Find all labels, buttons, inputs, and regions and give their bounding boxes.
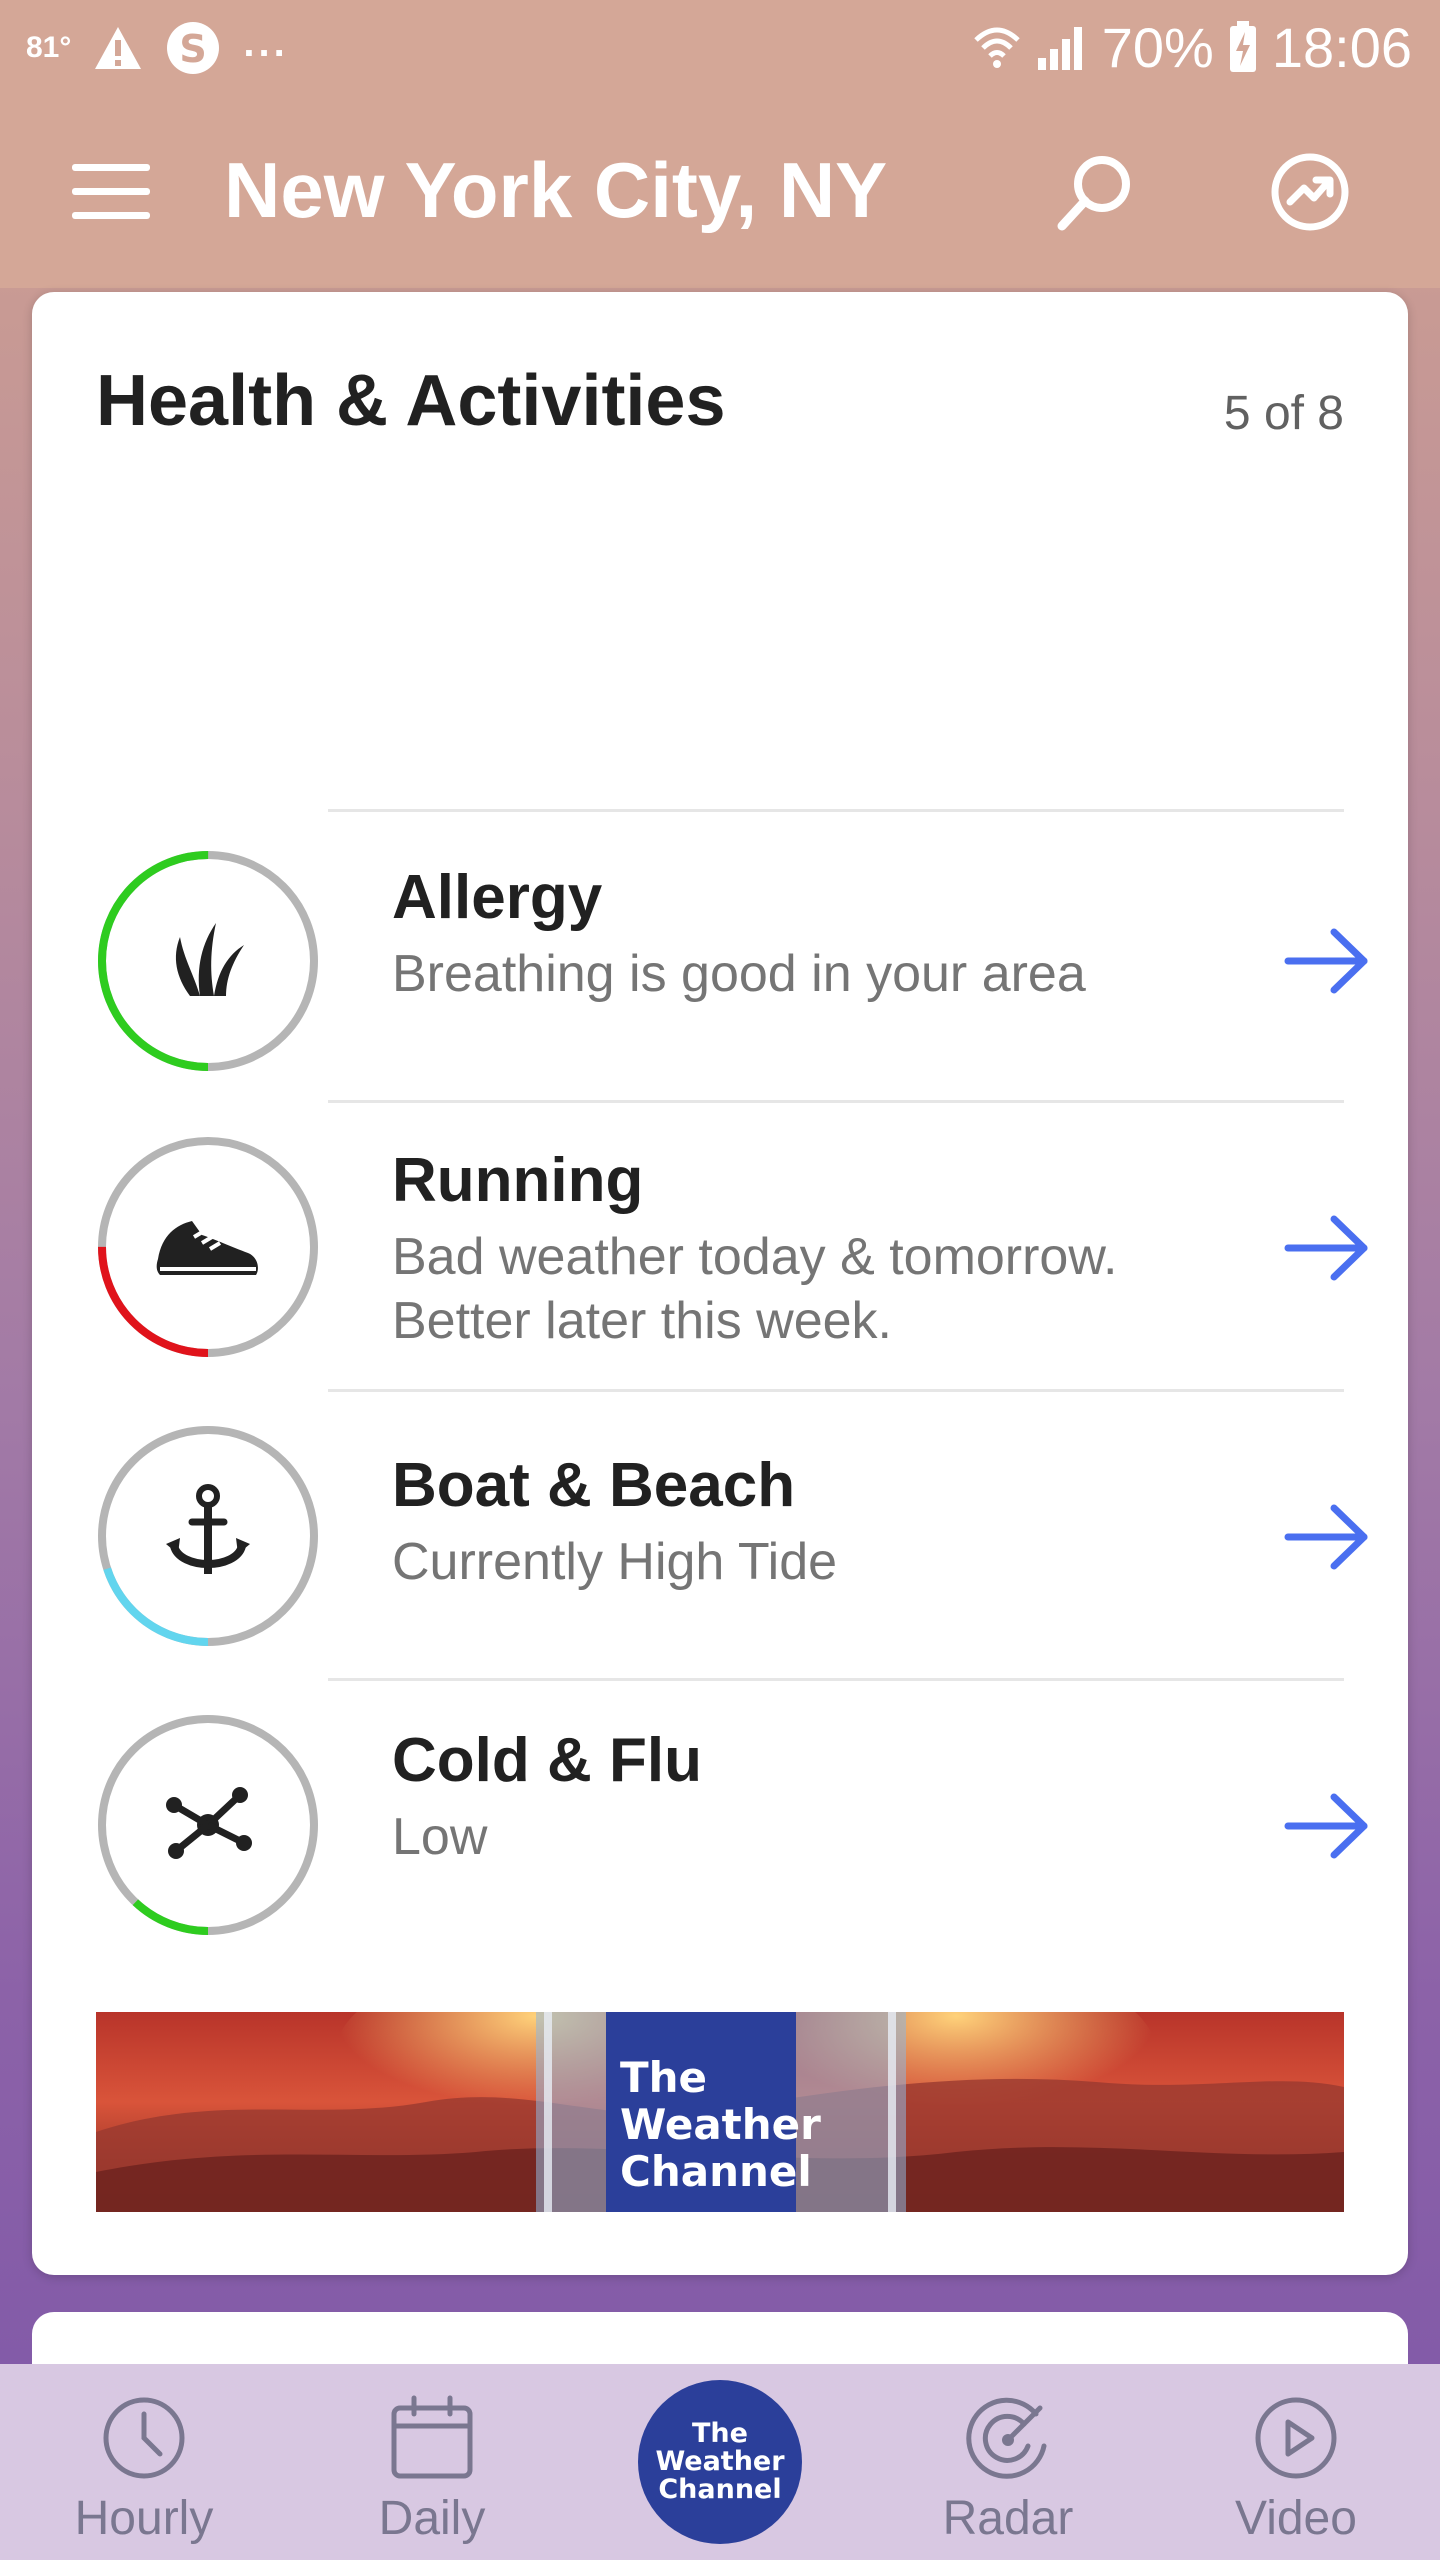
boat-beach-level-ring (96, 1424, 320, 1648)
grass-icon (175, 923, 244, 996)
banner-logo-line: Channel (620, 2147, 812, 2196)
cold-flu-title: Cold & Flu (392, 1726, 702, 1795)
nav-video[interactable]: Video (1152, 2364, 1440, 2560)
menu-icon[interactable] (72, 164, 150, 220)
status-left: 81° S ... (26, 18, 289, 78)
nav-center-logo-line: Weather (655, 2446, 785, 2477)
status-bar: 81° S ... 70% 18:06 (0, 0, 1440, 96)
trending-share-icon[interactable] (1268, 150, 1352, 234)
running-shoe-icon (156, 1221, 258, 1275)
search-icon[interactable] (1052, 150, 1136, 234)
card-title: Health & Activities (96, 361, 726, 441)
running-description: Bad weather today & tomorrow. Better lat… (392, 1228, 1118, 1350)
arrow-right-icon[interactable] (1284, 926, 1370, 996)
activity-row-cold-flu[interactable]: Cold & Flu Low (32, 1681, 1408, 1969)
card-page-count: 5 of 8 (1223, 387, 1344, 440)
weather-channel-logo: The Weather Channel (606, 2012, 821, 2212)
radar-icon (966, 2397, 1047, 2479)
nav-video-label: Video (1235, 2492, 1357, 2545)
row-divider (328, 809, 1344, 812)
calendar-icon (391, 2395, 473, 2479)
status-right: 70% 18:06 (972, 14, 1412, 80)
cold-flu-level-ring (96, 1713, 320, 1937)
health-activities-card: Health & Activities 5 of 8 Allergy Breat… (32, 292, 1408, 2275)
activity-row-allergy[interactable]: Allergy Breathing is good in your area (32, 814, 1408, 1102)
nav-home-weather-channel-button[interactable]: The Weather Channel (638, 2380, 802, 2544)
clock-icon (103, 2397, 185, 2479)
arrow-right-icon[interactable] (1284, 1791, 1370, 1861)
arrow-right-icon[interactable] (1284, 1502, 1370, 1572)
banner-logo-line: The (620, 2053, 708, 2102)
banner-logo-line: Weather (620, 2100, 821, 2149)
skype-icon: S (167, 22, 220, 74)
wifi-icon (974, 27, 1020, 68)
nav-daily-label: Daily (378, 2492, 486, 2545)
nav-daily[interactable]: Daily (288, 2364, 576, 2560)
status-more: ... (243, 20, 289, 65)
boat-beach-description: Currently High Tide (392, 1533, 838, 1591)
allergy-description: Breathing is good in your area (392, 945, 1086, 1003)
status-temperature: 81° (26, 31, 72, 64)
weather-channel-banner[interactable]: The Weather Channel (96, 2012, 1344, 2212)
allergy-title: Allergy (392, 863, 603, 932)
signal-icon (1037, 27, 1082, 70)
app-bar: New York City, NY (0, 96, 1440, 288)
nav-radar[interactable]: Radar (864, 2364, 1152, 2560)
nav-center-logo-line: The (692, 2418, 748, 2449)
boat-beach-title: Boat & Beach (392, 1451, 796, 1520)
running-title: Running (392, 1146, 644, 1215)
arrow-right-icon[interactable] (1284, 1213, 1370, 1283)
running-level-ring (96, 1135, 320, 1359)
activity-row-running[interactable]: Running Bad weather today & tomorrow. Be… (32, 1103, 1408, 1391)
anchor-icon (166, 1484, 250, 1574)
svg-text:S: S (180, 27, 207, 71)
allergy-level-ring (96, 849, 320, 1073)
nav-hourly[interactable]: Hourly (0, 2364, 288, 2560)
nav-center-logo-line: Channel (658, 2474, 782, 2505)
activity-row-boat-beach[interactable]: Boat & Beach Currently High Tide (32, 1392, 1408, 1680)
play-icon (1255, 2397, 1337, 2479)
status-time: 18:06 (1271, 15, 1412, 79)
location-title[interactable]: New York City, NY (224, 142, 887, 238)
nav-hourly-label: Hourly (74, 2492, 214, 2545)
virus-icon (166, 1787, 252, 1859)
battery-percent: 70% (1101, 15, 1214, 79)
cold-flu-description: Low (392, 1808, 488, 1866)
warning-icon (95, 27, 142, 69)
battery-charging-icon (1229, 21, 1256, 72)
nav-radar-label: Radar (942, 2492, 1074, 2545)
